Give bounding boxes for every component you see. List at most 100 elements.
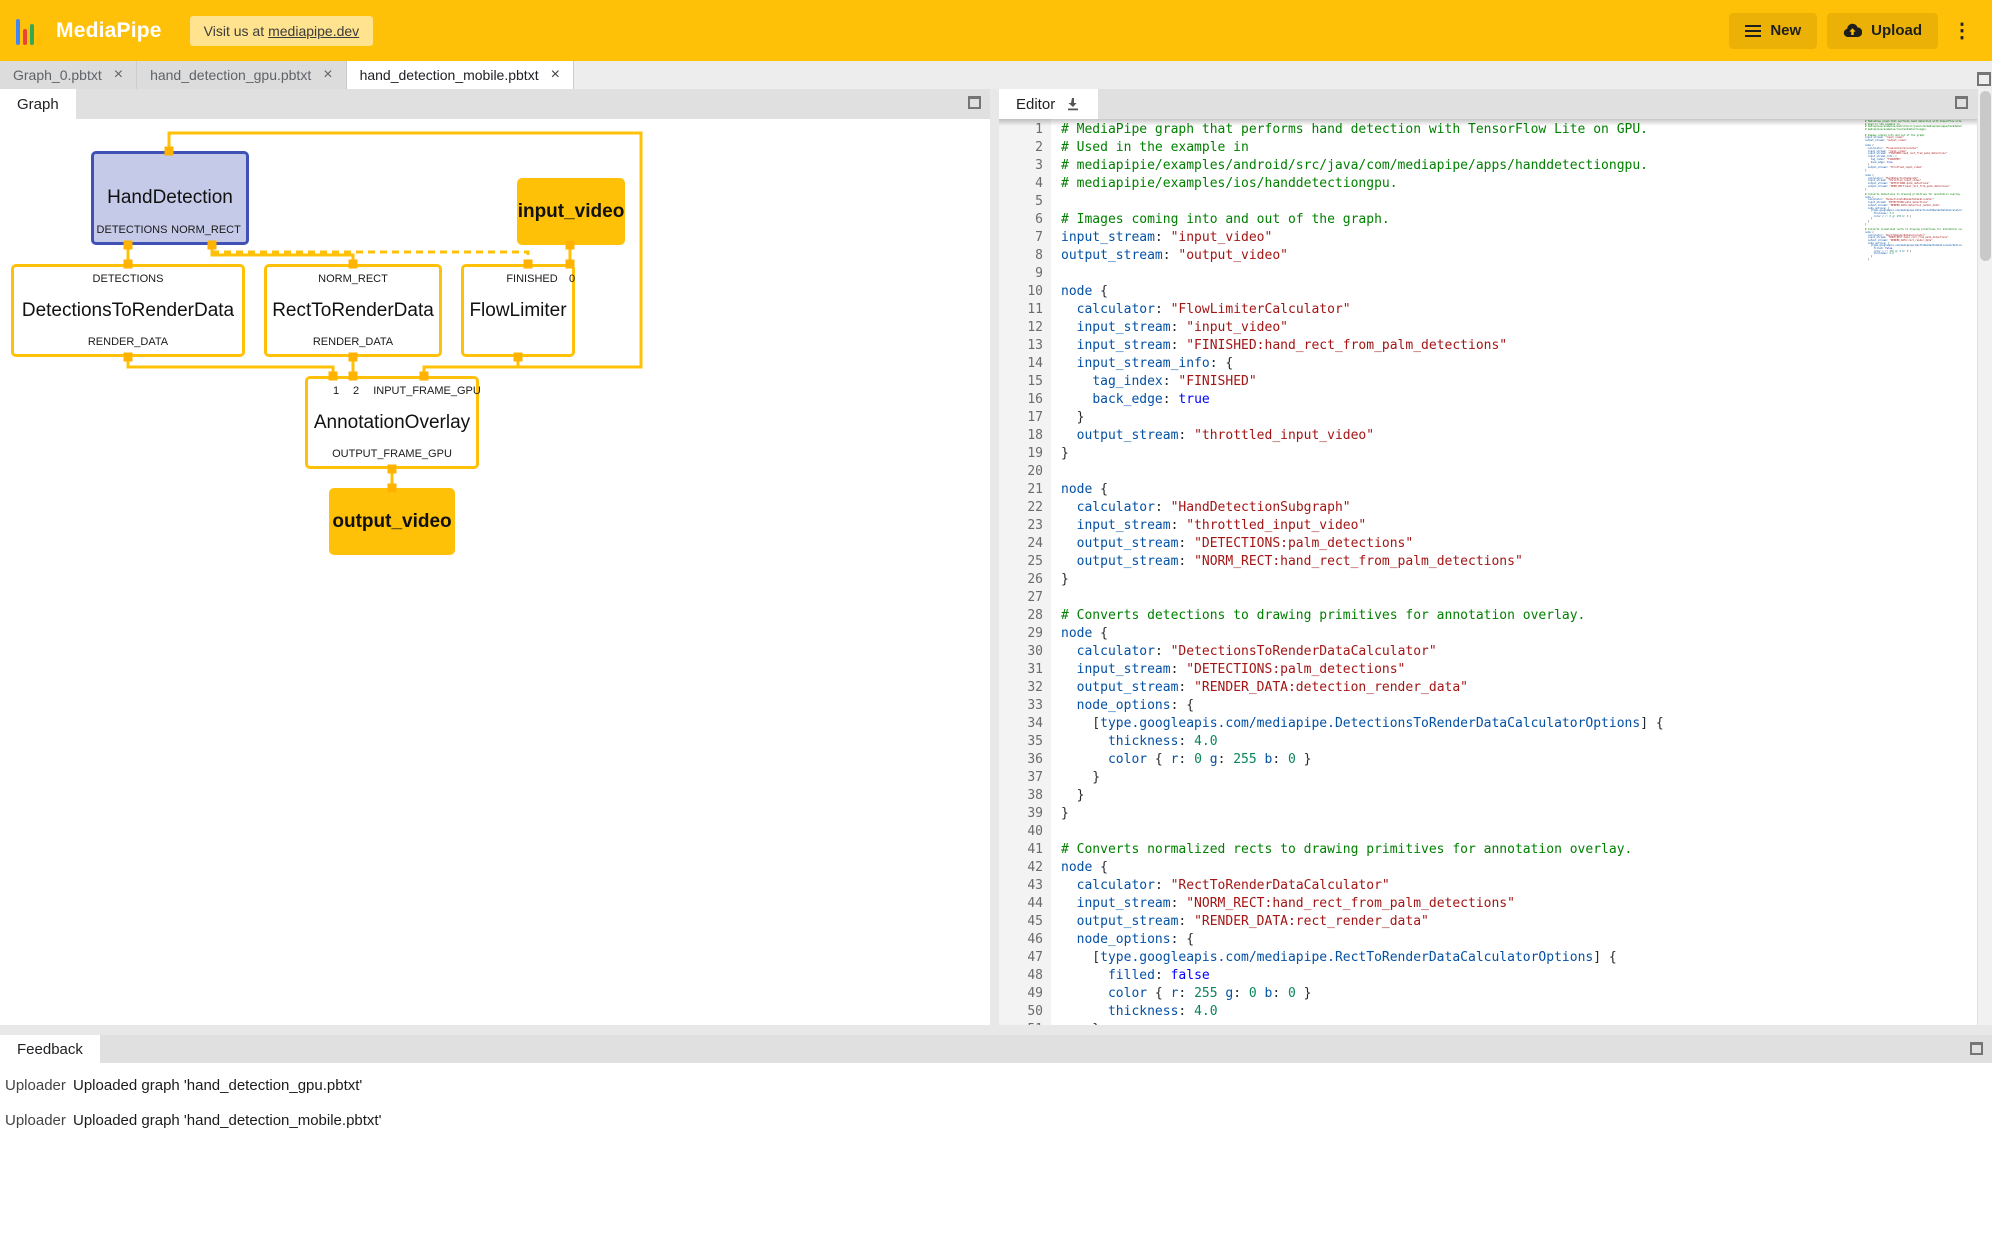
line-number: 31 (999, 661, 1043, 679)
line-number: 29 (999, 625, 1043, 643)
graph-tab-label: Graph (17, 96, 59, 113)
code-line: calculator: "FlowLimiterCalculator" (1061, 301, 1861, 319)
port-label-detections: DETECTIONS (94, 224, 170, 236)
line-number: 5 (999, 193, 1043, 211)
tab-feedback[interactable]: Feedback (0, 1035, 100, 1063)
code-line: # mediapipie/examples/android/src/java/c… (1061, 157, 1861, 175)
new-button-label: New (1770, 22, 1801, 39)
close-icon[interactable]: × (551, 67, 560, 83)
header-actions: New Upload ⋮ (1729, 13, 1976, 49)
feedback-popout-icon[interactable] (1970, 1042, 1983, 1055)
line-number: 14 (999, 355, 1043, 373)
edge-detectionstorender-to-annotationoverlay (128, 357, 333, 376)
new-button[interactable]: New (1729, 13, 1817, 49)
scroll-corner-icon[interactable] (1977, 72, 1991, 86)
line-number: 17 (999, 409, 1043, 427)
cloud-upload-icon (1843, 23, 1862, 38)
tab-label: hand_detection_gpu.pbtxt (150, 67, 311, 83)
tab-label: Graph_0.pbtxt (13, 67, 102, 83)
code-lines[interactable]: # MediaPipe graph that performs hand det… (1061, 119, 1861, 1025)
graph-canvas[interactable]: HandDetection DETECTIONS NORM_RECT input… (0, 119, 990, 1025)
line-number: 22 (999, 499, 1043, 517)
line-number: 50 (999, 1003, 1043, 1021)
code-line: } (1061, 445, 1861, 463)
line-number: 4 (999, 175, 1043, 193)
code-line: node_options: { (1061, 697, 1861, 715)
node-flow-limiter[interactable]: FINISHED 0 FlowLimiter (461, 264, 575, 357)
graph-popout-icon[interactable] (968, 96, 981, 109)
line-number: 26 (999, 571, 1043, 589)
code-line (1061, 265, 1861, 283)
code-line: } (1061, 571, 1861, 589)
kebab-menu-icon[interactable]: ⋮ (1948, 18, 1976, 43)
code-editor[interactable]: 1234567891011121314151617181920212223242… (999, 119, 1977, 1025)
code-line: } (1061, 787, 1861, 805)
code-line: # MediaPipe graph that performs hand det… (1061, 121, 1861, 139)
node-hand-detection[interactable]: HandDetection DETECTIONS NORM_RECT (91, 151, 249, 245)
line-number: 47 (999, 949, 1043, 967)
port-label-1: 1 (328, 385, 344, 397)
code-line: output_stream: "RENDER_DATA:rect_render_… (1061, 913, 1861, 931)
code-line: thickness: 4.0 (1061, 1003, 1861, 1021)
visit-chip[interactable]: Visit us at mediapipe.dev (190, 16, 374, 46)
code-line: node { (1061, 481, 1861, 499)
line-number: 3 (999, 157, 1043, 175)
node-rect-to-render-data[interactable]: NORM_RECT RectToRenderData RENDER_DATA (264, 264, 442, 357)
editor-panel-strip: Editor (999, 89, 1977, 119)
line-number: 20 (999, 463, 1043, 481)
code-line: input_stream: "input_video" (1061, 319, 1861, 337)
code-line: input_stream: "DETECTIONS:palm_detection… (1061, 661, 1861, 679)
line-number: 41 (999, 841, 1043, 859)
code-line: thickness: 4.0 (1061, 733, 1861, 751)
node-detections-to-render-data[interactable]: DETECTIONS DetectionsToRenderData RENDER… (11, 264, 245, 357)
editor-minimap[interactable]: # MediaPipe graph that performs hand det… (1865, 119, 1962, 1025)
line-number: 42 (999, 859, 1043, 877)
code-line: tag_index: "FINISHED" (1061, 373, 1861, 391)
code-line: # Converts normalized rects to drawing p… (1061, 841, 1861, 859)
line-number: 23 (999, 517, 1043, 535)
node-input-video[interactable]: input_video (517, 178, 625, 245)
feedback-message: Uploaded graph 'hand_detection_mobile.pb… (73, 1112, 381, 1129)
port-label-input-frame-gpu: INPUT_FRAME_GPU (370, 385, 484, 397)
document-tabbar: Graph_0.pbtxt × hand_detection_gpu.pbtxt… (0, 61, 1992, 89)
feedback-panel-strip: Feedback (0, 1035, 1992, 1063)
tab-hand-detection-mobile[interactable]: hand_detection_mobile.pbtxt × (347, 61, 574, 89)
tab-editor[interactable]: Editor (999, 89, 1098, 119)
tab-graph[interactable]: Graph (0, 89, 76, 119)
port-label-2: 2 (348, 385, 364, 397)
close-icon[interactable]: × (323, 67, 332, 83)
header: MediaPipe Visit us at mediapipe.dev New … (0, 0, 1992, 61)
node-output-video[interactable]: output_video (329, 488, 455, 555)
line-number: 7 (999, 229, 1043, 247)
app-root: MediaPipe Visit us at mediapipe.dev New … (0, 0, 1992, 1236)
tab-hand-detection-gpu[interactable]: hand_detection_gpu.pbtxt × (137, 61, 346, 89)
code-line (1061, 193, 1861, 211)
node-annotation-overlay[interactable]: 1 2 INPUT_FRAME_GPU AnnotationOverlay OU… (305, 376, 479, 469)
editor-popout-icon[interactable] (1955, 96, 1968, 109)
code-line: } (1865, 259, 1962, 262)
code-line: # Used in the example in (1061, 139, 1861, 157)
window-scrollbar[interactable] (1977, 89, 1992, 1025)
line-number: 46 (999, 931, 1043, 949)
upload-button[interactable]: Upload (1827, 13, 1938, 49)
line-number: 36 (999, 751, 1043, 769)
feedback-row: Uploader Uploaded graph 'hand_detection_… (0, 1106, 1992, 1135)
graph-panel-strip: Graph (0, 89, 990, 119)
download-icon[interactable] (1065, 96, 1081, 112)
code-line: [type.googleapis.com/mediapipe.RectToRen… (1061, 949, 1861, 967)
menu-icon (1745, 25, 1761, 37)
visit-link[interactable]: mediapipe.dev (268, 23, 359, 39)
node-title: DetectionsToRenderData (22, 300, 234, 322)
port-label-norm-rect: NORM_RECT (166, 224, 246, 236)
code-line: node_options: { (1061, 931, 1861, 949)
line-number: 18 (999, 427, 1043, 445)
code-line: back_edge: true (1061, 391, 1861, 409)
close-icon[interactable]: × (114, 67, 123, 83)
line-number: 34 (999, 715, 1043, 733)
code-line: node { (1061, 859, 1861, 877)
tab-graph-0[interactable]: Graph_0.pbtxt × (0, 61, 137, 89)
line-number-gutter: 1234567891011121314151617181920212223242… (999, 119, 1051, 1025)
code-line: output_stream: "throttled_input_video" (1061, 427, 1861, 445)
code-line (1061, 463, 1861, 481)
scrollbar-thumb[interactable] (1980, 91, 1991, 261)
